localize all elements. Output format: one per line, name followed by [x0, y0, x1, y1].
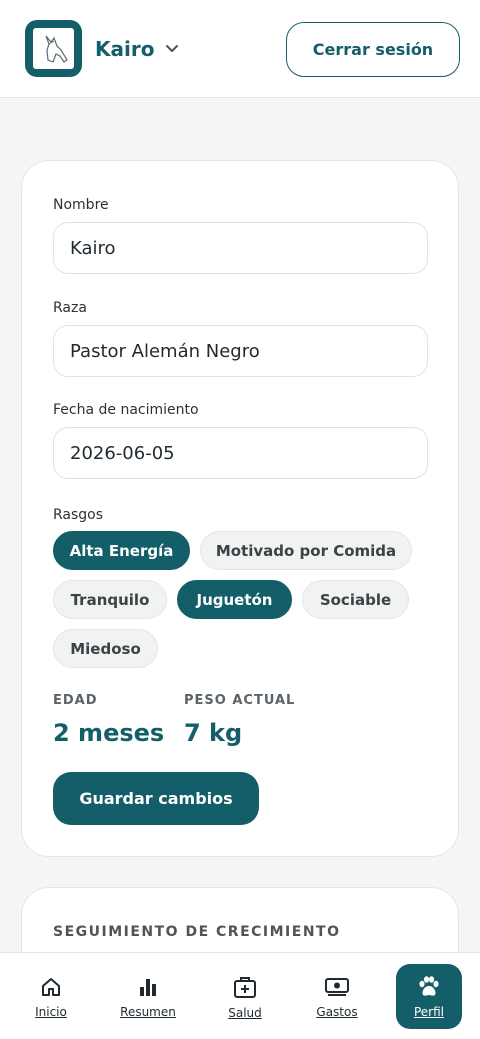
save-changes-button[interactable]: Guardar cambios	[53, 772, 259, 825]
growth-tracking-title: SEGUIMIENTO DE CRECIMIENTO	[53, 924, 341, 940]
pet-name[interactable]: Kairo	[95, 37, 154, 61]
nav-label-salud: Salud	[228, 1005, 262, 1020]
trait-chip-alta-energia[interactable]: Alta Energía	[53, 531, 190, 570]
app-header: Kairo Cerrar sesión	[0, 0, 480, 98]
nav-item-resumen[interactable]: Resumen	[113, 953, 183, 1039]
trait-chip-tranquilo[interactable]: Tranquilo	[53, 580, 167, 619]
home-icon	[42, 977, 60, 996]
nav-item-salud[interactable]: Salud	[215, 953, 275, 1039]
age-value: 2 meses	[53, 719, 165, 747]
chevron-down-icon[interactable]	[163, 40, 181, 58]
money-icon	[325, 977, 349, 996]
nav-label-gastos: Gastos	[316, 1004, 358, 1019]
trait-chip-sociable[interactable]: Sociable	[302, 580, 409, 619]
dog-photo	[33, 28, 74, 69]
nav-item-perfil[interactable]: Perfil	[396, 964, 462, 1029]
trait-chip-jugueton[interactable]: Juguetón	[177, 580, 292, 619]
weight-label: PESO ACTUAL	[184, 693, 296, 708]
pet-avatar[interactable]	[25, 20, 82, 77]
bottom-navigation: Inicio Resumen Salud Gastos Perfil	[0, 952, 480, 1039]
pet-profile-card: Nombre Raza Fecha de nacimiento Rasgos A…	[21, 160, 459, 857]
bar-chart-icon	[140, 978, 156, 996]
trait-chip-motivado-por-comida[interactable]: Motivado por Comida	[200, 531, 412, 570]
breed-label: Raza	[53, 300, 87, 316]
name-label: Nombre	[53, 197, 109, 213]
birthdate-label: Fecha de nacimiento	[53, 402, 199, 418]
trait-chip-miedoso[interactable]: Miedoso	[53, 629, 158, 668]
nav-label-inicio: Inicio	[35, 1004, 67, 1019]
nav-label-resumen: Resumen	[120, 1004, 176, 1019]
traits-label: Rasgos	[53, 507, 104, 523]
weight-value: 7 kg	[184, 719, 243, 747]
age-label: EDAD	[53, 693, 98, 708]
medical-kit-icon	[234, 976, 256, 998]
nav-label-perfil: Perfil	[413, 1004, 445, 1019]
logout-button[interactable]: Cerrar sesión	[286, 22, 460, 77]
birthdate-field[interactable]	[53, 427, 428, 479]
nav-item-gastos[interactable]: Gastos	[307, 953, 367, 1039]
breed-field[interactable]	[53, 325, 428, 377]
name-field[interactable]	[53, 222, 428, 274]
dog-silhouette-icon	[44, 35, 68, 63]
paw-icon	[419, 975, 439, 996]
nav-item-inicio[interactable]: Inicio	[21, 953, 81, 1039]
